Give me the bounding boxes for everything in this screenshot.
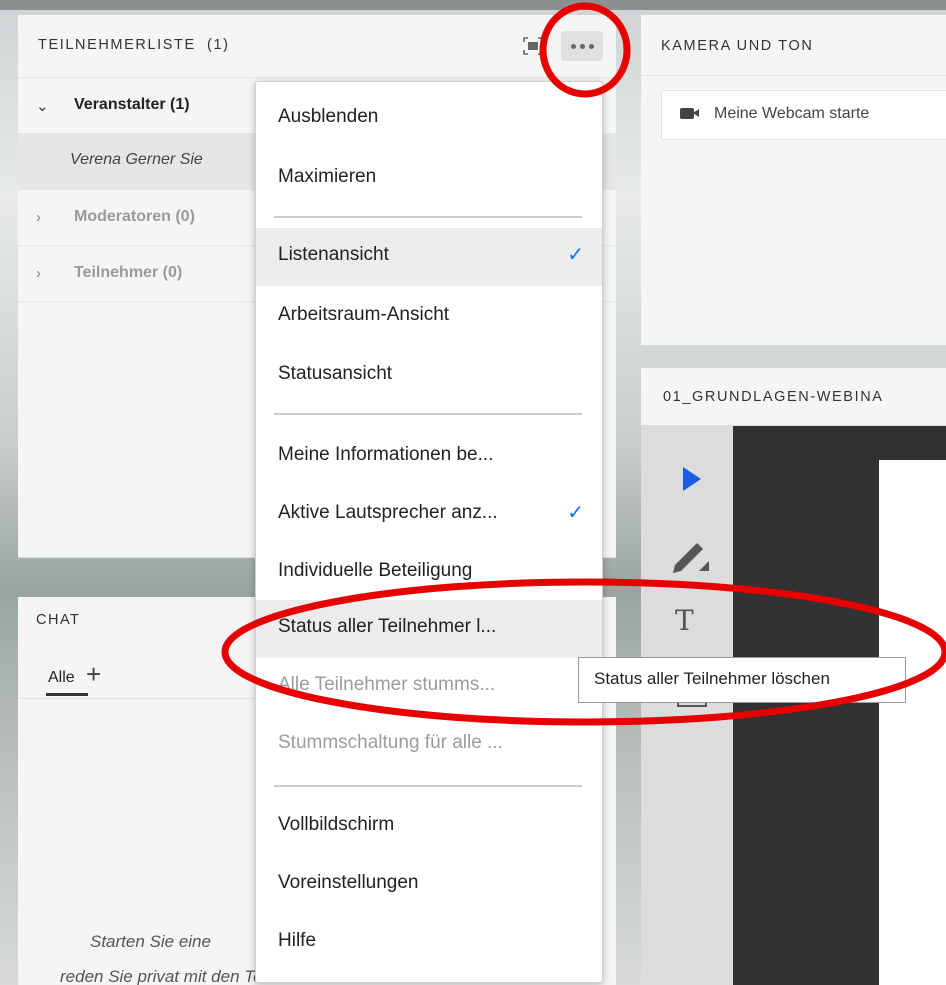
annotation-ellipse-clear-status xyxy=(221,578,946,726)
annotation-overlay xyxy=(221,2,946,726)
annotation-circle-more-button xyxy=(539,2,631,98)
